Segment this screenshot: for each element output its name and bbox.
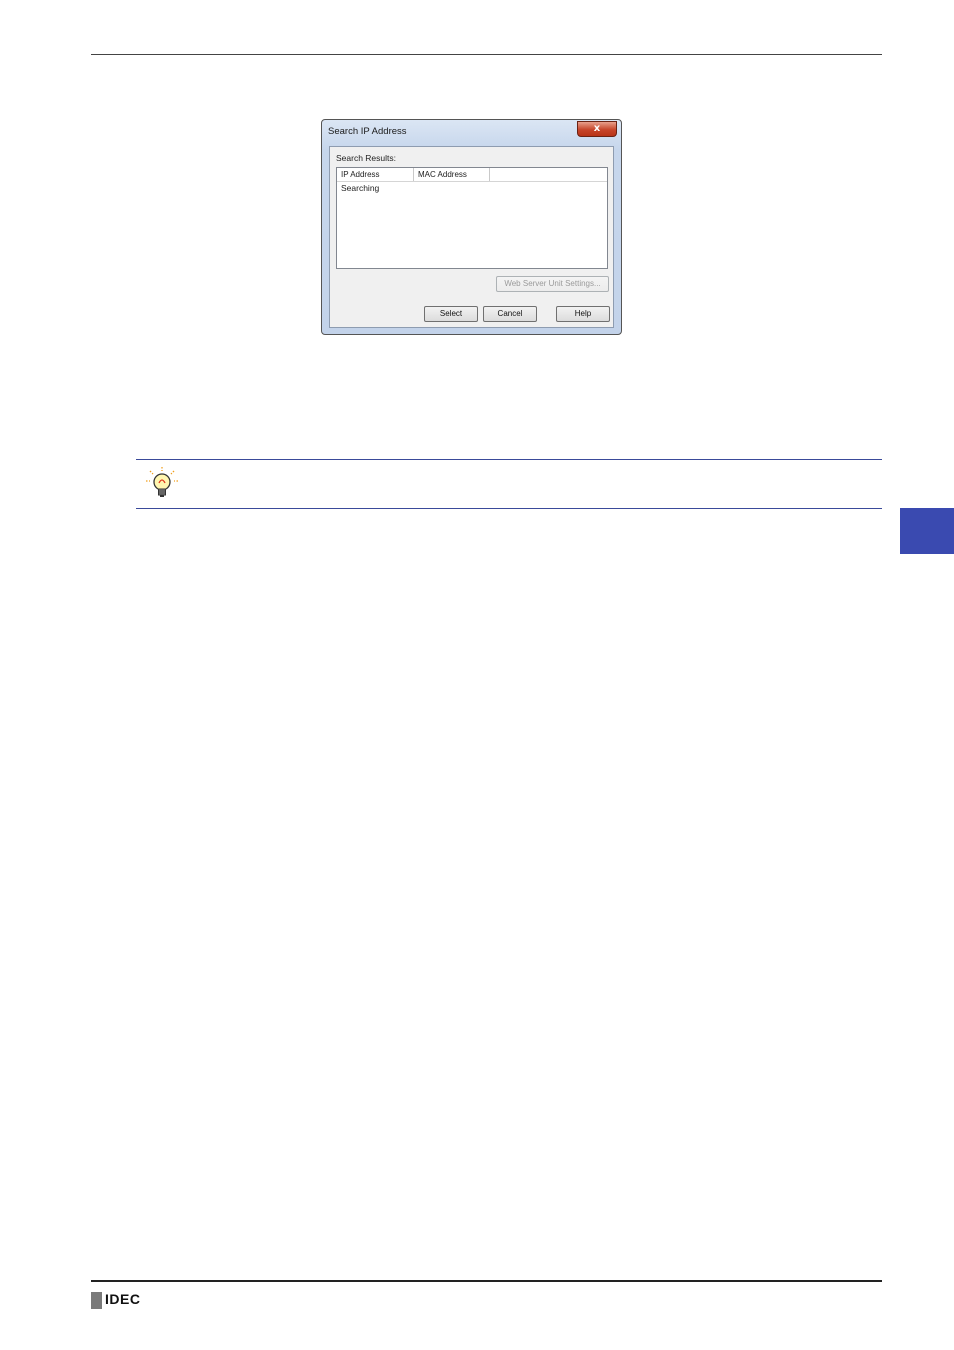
logo-mark (91, 1292, 102, 1309)
column-header-ip-address[interactable]: IP Address (337, 168, 414, 181)
header-rule (91, 54, 882, 55)
close-icon: x (593, 123, 601, 134)
lightbulb-icon (144, 466, 180, 502)
hint-rule-top (136, 459, 882, 460)
cancel-button[interactable]: Cancel (483, 306, 537, 322)
search-ip-address-dialog: Search IP Address x Search Results: IP A… (321, 119, 622, 335)
chapter-side-tab (900, 508, 954, 554)
close-button[interactable]: x (577, 121, 617, 137)
help-button[interactable]: Help (556, 306, 610, 322)
logo-text: IDEC (105, 1291, 141, 1307)
web-server-unit-settings-button[interactable]: Web Server Unit Settings... (496, 276, 609, 292)
search-results-label: Search Results: (336, 153, 396, 163)
hint-rule-bottom (136, 508, 882, 509)
dialog-titlebar[interactable]: Search IP Address x (322, 120, 621, 146)
column-header-mac-address[interactable]: MAC Address (414, 168, 490, 181)
list-header: IP Address MAC Address (337, 168, 607, 182)
list-item[interactable]: Searching (341, 183, 379, 193)
dialog-title: Search IP Address (328, 126, 407, 137)
search-results-list[interactable]: IP Address MAC Address Searching (336, 167, 608, 269)
dialog-client-area: Search Results: IP Address MAC Address S… (329, 146, 614, 328)
select-button[interactable]: Select (424, 306, 478, 322)
footer-rule (91, 1280, 882, 1282)
